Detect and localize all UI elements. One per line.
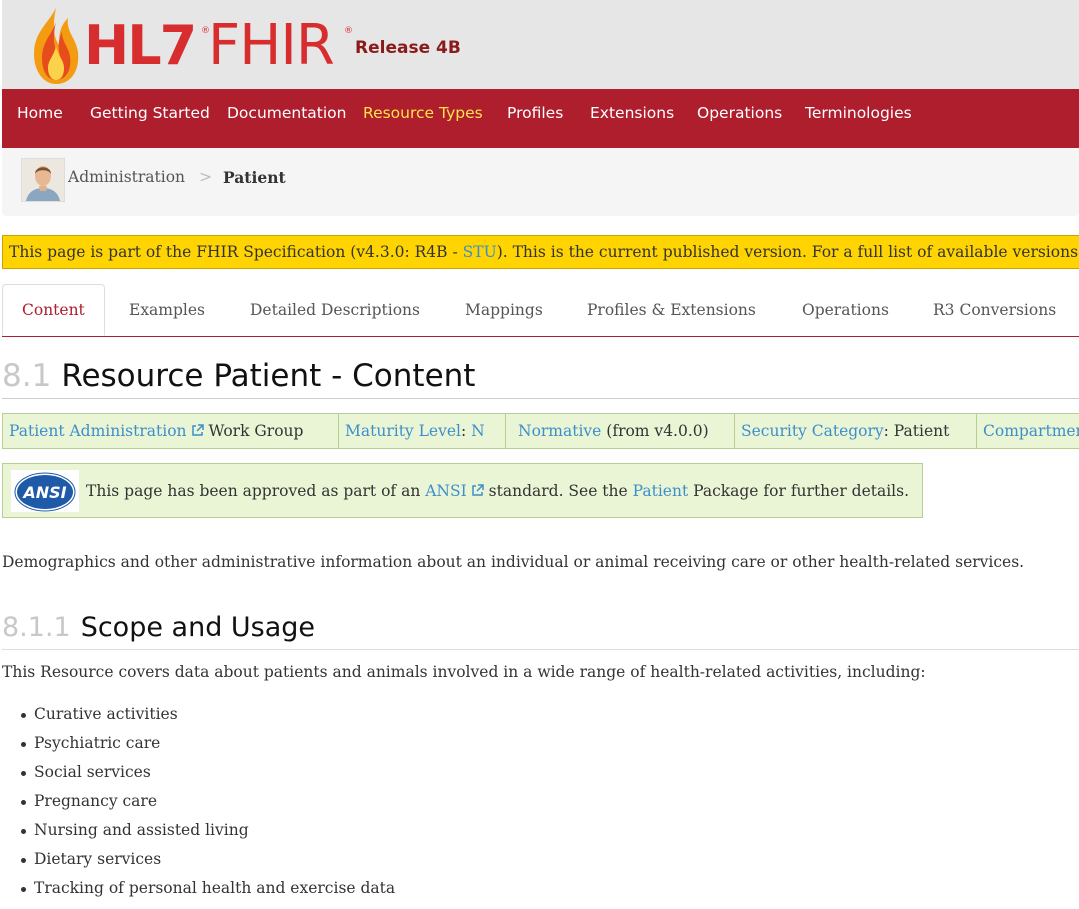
tab-content[interactable]: Content — [22, 301, 85, 319]
main-navigation: Home Getting Started Documentation Resou… — [2, 89, 1079, 148]
resource-description: Demographics and other administrative in… — [2, 553, 1025, 571]
fhir-logo-text[interactable]: FHIR — [208, 14, 335, 78]
list-item: Dietary services — [0, 845, 395, 874]
breadcrumb-current-patient: Patient — [223, 168, 286, 187]
nav-terminologies[interactable]: Terminologies — [805, 104, 912, 122]
section-heading-scope: 8.1.1 Scope and Usage — [2, 610, 1079, 650]
release-label: Release 4B — [355, 38, 461, 58]
ansi-approval-notice: ANSI This page has been approved as part… — [2, 463, 923, 518]
page-title-text: Resource Patient - Content — [61, 358, 476, 394]
nav-operations[interactable]: Operations — [697, 104, 782, 122]
tab-detailed-descriptions[interactable]: Detailed Descriptions — [250, 301, 420, 319]
list-item: Tracking of personal health and exercise… — [0, 874, 395, 903]
workgroup-suffix: Work Group — [203, 422, 304, 440]
maturity-cell: Maturity Level: N — [339, 414, 506, 448]
publication-status-banner: This page is part of the FHIR Specificat… — [2, 235, 1079, 269]
ansi-logo: ANSI — [11, 470, 79, 512]
security-category-value: : Patient — [883, 422, 950, 440]
section-number: 8.1 — [2, 358, 52, 394]
external-link-icon — [191, 424, 204, 436]
resource-tabs: Content Examples Detailed Descriptions M… — [2, 284, 1079, 337]
standards-status-suffix: (from v4.0.0) — [601, 422, 709, 440]
hl7-logo-text[interactable]: HL7 — [84, 14, 197, 78]
section-heading-text: Scope and Usage — [80, 612, 316, 643]
patient-package-link[interactable]: Patient — [633, 482, 689, 500]
breadcrumb: Administration > Patient — [2, 148, 1079, 216]
compartments-link[interactable]: Compartments — [983, 422, 1079, 440]
patient-avatar-icon — [21, 158, 65, 202]
normative-link[interactable]: Normative — [518, 422, 601, 440]
ansi-text-2: standard. See the — [483, 482, 633, 500]
list-item: Curative activities — [0, 700, 395, 729]
workgroup-cell: Patient Administration Work Group — [3, 414, 339, 448]
standards-status-cell: Normative (from v4.0.0) — [506, 414, 735, 448]
list-item: Psychiatric care — [0, 729, 395, 758]
compartments-cell: Compartments — [977, 414, 1079, 448]
tab-mappings[interactable]: Mappings — [465, 301, 543, 319]
nav-documentation[interactable]: Documentation — [227, 104, 347, 122]
fhir-flame-logo-icon[interactable] — [28, 6, 84, 86]
security-category-link[interactable]: Security Category — [741, 422, 884, 440]
breadcrumb-separator: > — [199, 168, 212, 186]
workgroup-link[interactable]: Patient Administration — [9, 422, 187, 440]
ansi-text-3: Package for further details. — [688, 482, 910, 500]
scope-list: Curative activities Psychiatric care Soc… — [0, 700, 395, 903]
tab-operations[interactable]: Operations — [802, 301, 889, 319]
site-header: HL7 ® FHIR ® Release 4B — [2, 0, 1079, 89]
stu-link[interactable]: STU — [463, 243, 497, 261]
nav-home[interactable]: Home — [17, 104, 63, 122]
registered-mark: ® — [344, 26, 353, 36]
page-title: 8.1 Resource Patient - Content — [2, 356, 1079, 399]
section-number: 8.1.1 — [2, 612, 71, 643]
nav-extensions[interactable]: Extensions — [590, 104, 674, 122]
status-text-prefix: This page is part of the FHIR Specificat… — [9, 243, 463, 261]
ansi-logo-text: ANSI — [21, 483, 66, 502]
tab-r3-conversions[interactable]: R3 Conversions — [933, 301, 1056, 319]
resource-info-table: Patient Administration Work Group Maturi… — [2, 413, 1079, 449]
maturity-value-link[interactable]: N — [471, 422, 485, 440]
external-link-icon — [471, 484, 484, 496]
ansi-notice-text: This page has been approved as part of a… — [86, 482, 909, 500]
security-category-cell: Security Category: Patient — [735, 414, 977, 448]
nav-getting-started[interactable]: Getting Started — [90, 104, 210, 122]
ansi-link[interactable]: ANSI — [425, 482, 467, 500]
tab-examples[interactable]: Examples — [129, 301, 205, 319]
status-text-suffix: ). This is the current published version… — [496, 243, 1079, 261]
maturity-level-link[interactable]: Maturity Level — [345, 422, 461, 440]
nav-profiles[interactable]: Profiles — [507, 104, 563, 122]
scope-intro-paragraph: This Resource covers data about patients… — [2, 663, 926, 681]
list-item: Social services — [0, 758, 395, 787]
nav-resource-types[interactable]: Resource Types — [363, 104, 483, 122]
tab-profiles-extensions[interactable]: Profiles & Extensions — [587, 301, 756, 319]
breadcrumb-administration[interactable]: Administration — [68, 168, 185, 186]
list-item: Pregnancy care — [0, 787, 395, 816]
maturity-separator: : — [460, 422, 472, 440]
list-item: Nursing and assisted living — [0, 816, 395, 845]
ansi-text-1: This page has been approved as part of a… — [86, 482, 426, 500]
